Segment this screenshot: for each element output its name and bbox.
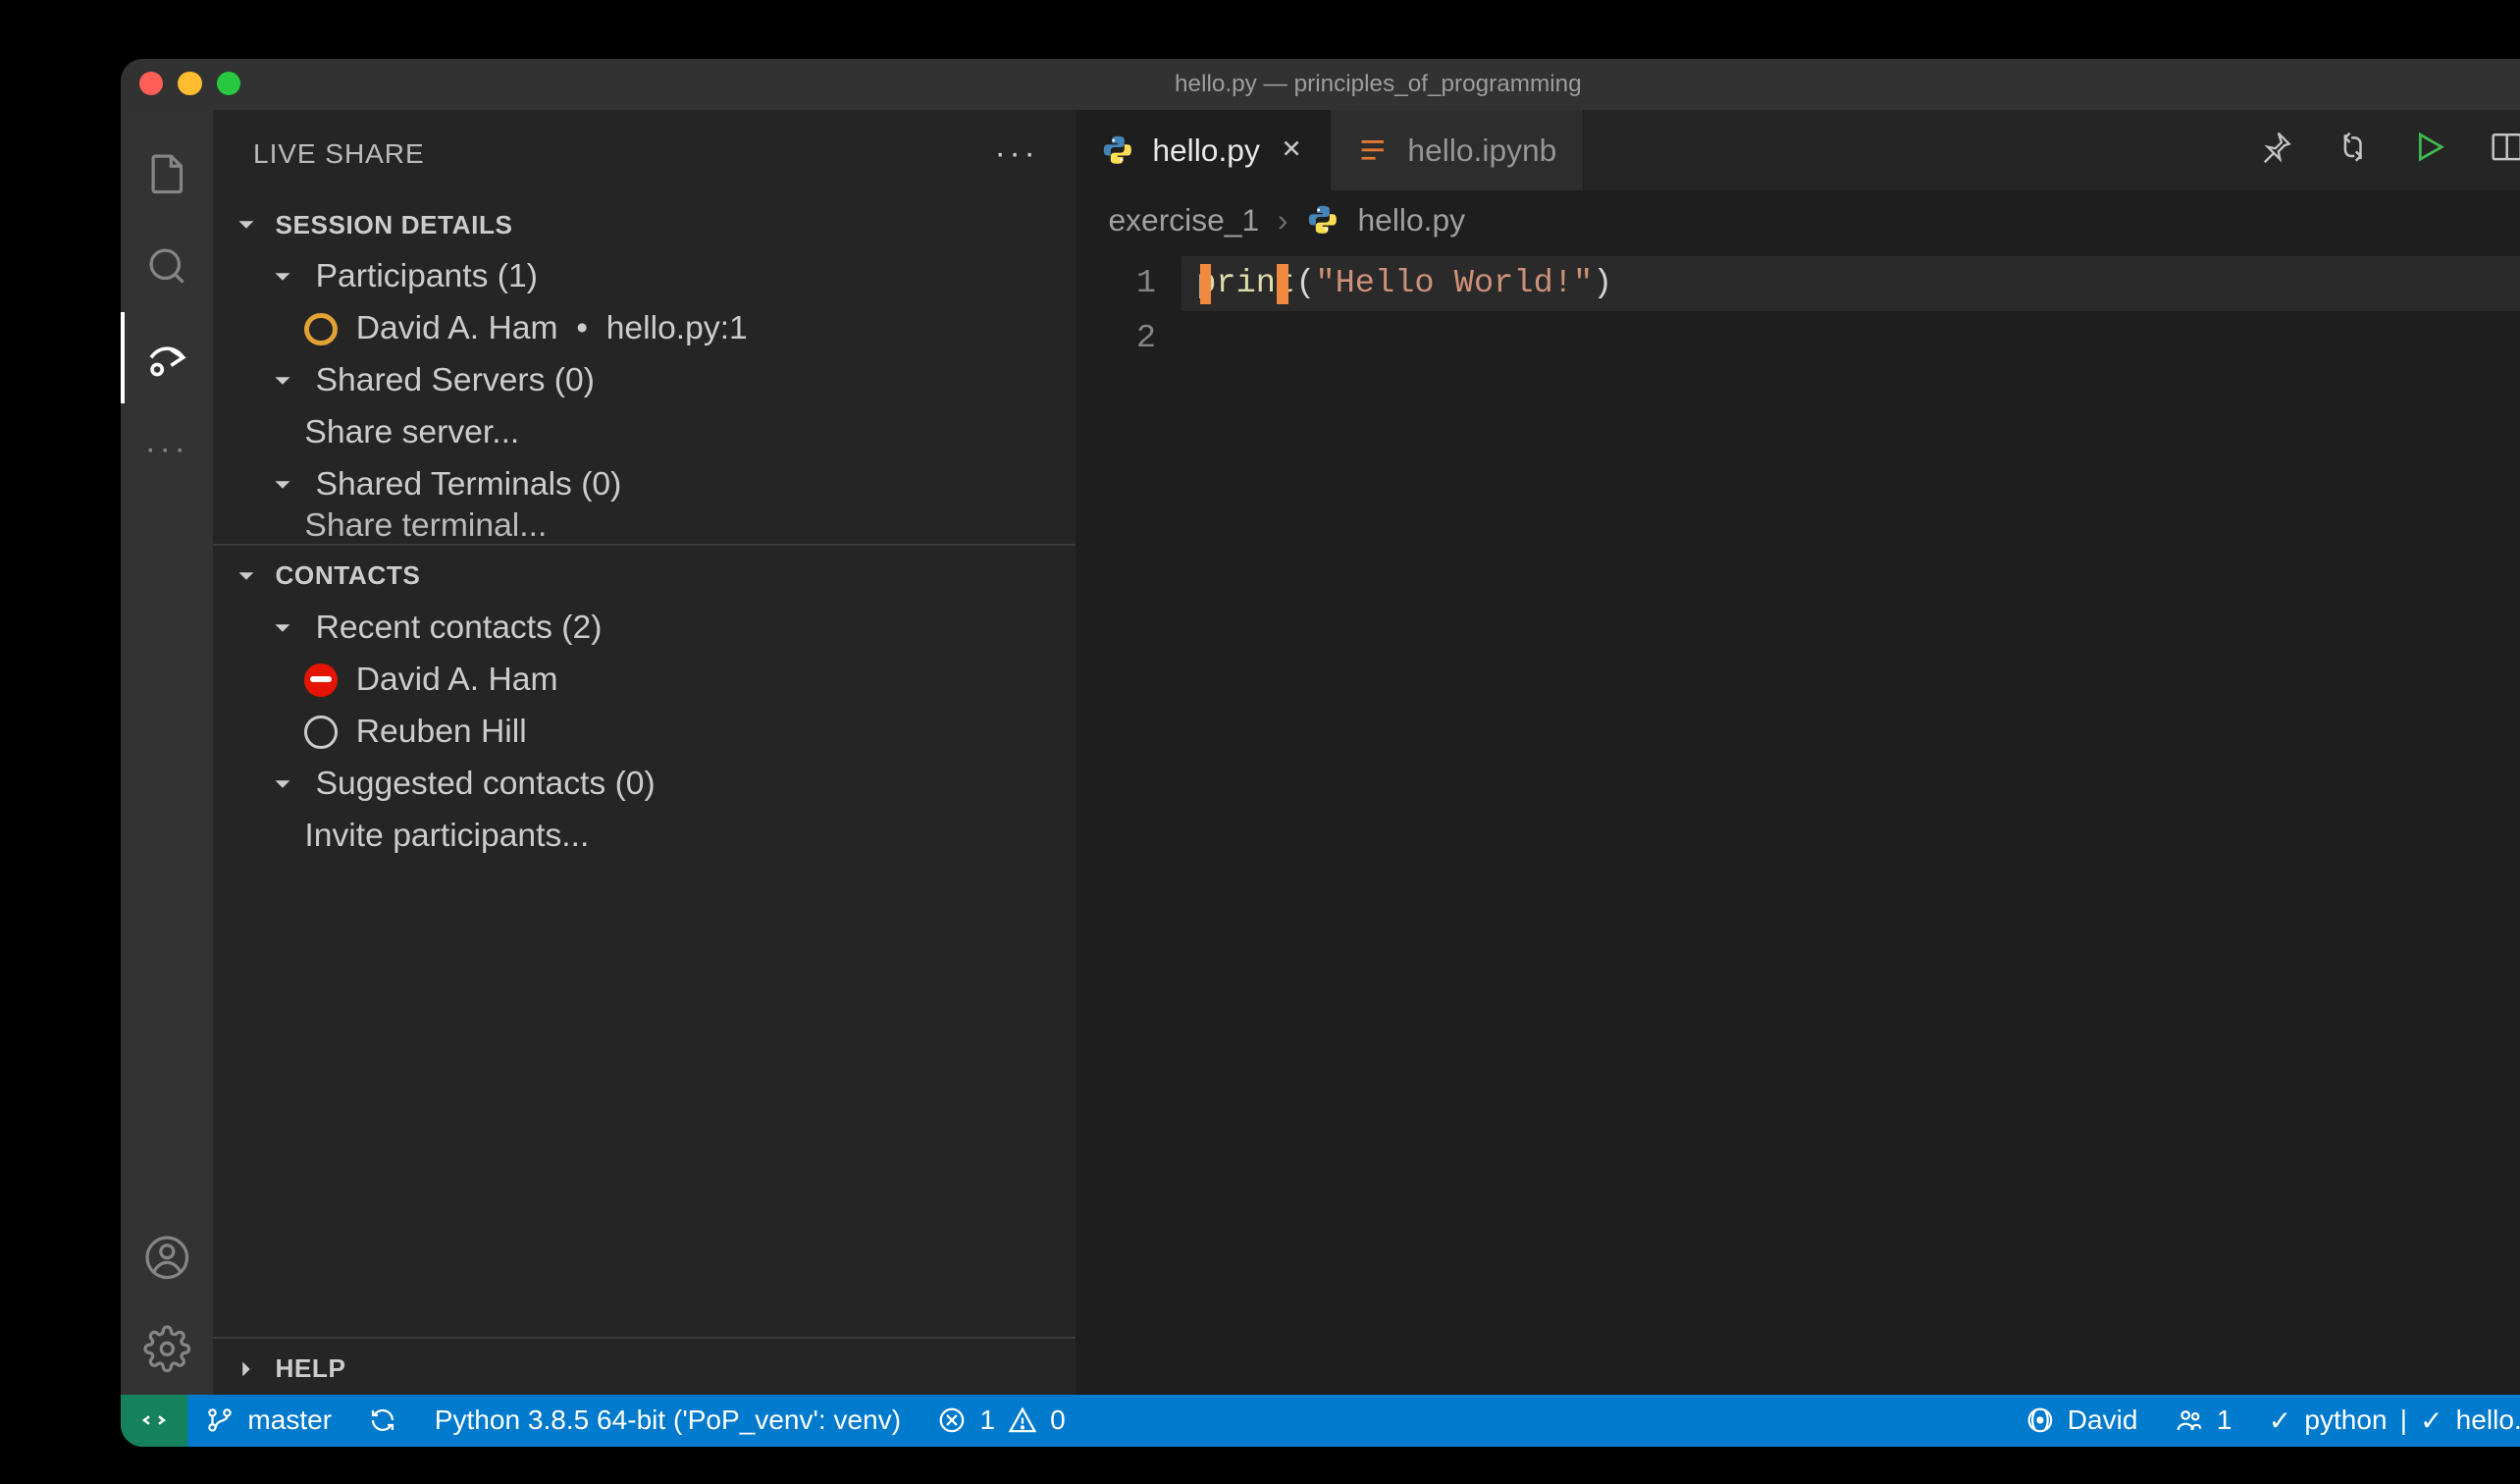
invite-participants-action[interactable]: Invite participants...: [213, 810, 1076, 862]
line-gutter: 1 2: [1076, 249, 1181, 1395]
liveshare-host-status[interactable]: David: [2007, 1404, 2156, 1436]
sync-status[interactable]: [350, 1395, 416, 1446]
pin-icon[interactable]: [2257, 129, 2293, 173]
collab-cursor-icon: [1277, 264, 1287, 304]
titlebar: hello.py — principles_of_programming: [121, 59, 2520, 110]
divider: [213, 544, 1076, 546]
live-share-icon[interactable]: [121, 312, 213, 404]
collab-cursor-icon: [1200, 264, 1211, 304]
notebook-file-icon: [1356, 133, 1390, 167]
section-contacts[interactable]: CONTACTS: [213, 550, 1076, 602]
presence-busy-icon: [304, 663, 338, 697]
activity-bar: ···: [121, 110, 213, 1395]
share-terminal-action[interactable]: Share terminal...: [213, 511, 1076, 541]
shared-servers-node[interactable]: Shared Servers (0): [213, 355, 1076, 407]
more-activity-icon[interactable]: ···: [121, 403, 213, 496]
split-editor-icon[interactable]: [2489, 129, 2520, 173]
python-file-icon: [1101, 133, 1134, 167]
tab-bar: hello.py hello.ipynb ···: [1076, 110, 2520, 190]
editor-area: hello.py hello.ipynb ···: [1076, 110, 2520, 1395]
tab-hello-ipynb[interactable]: hello.ipynb: [1331, 110, 1584, 190]
share-server-action[interactable]: Share server...: [213, 407, 1076, 459]
tab-hello-py[interactable]: hello.py: [1076, 110, 1331, 190]
contact-item[interactable]: Reuben Hill: [213, 706, 1076, 758]
sidebar-title: LIVE SHARE: [253, 138, 425, 170]
participants-count-status[interactable]: 1: [2156, 1404, 2250, 1436]
presence-active-icon: [304, 313, 338, 346]
recent-contacts-node[interactable]: Recent contacts (2): [213, 602, 1076, 654]
window-controls: [139, 72, 240, 95]
chevron-right-icon: ›: [1278, 202, 1288, 238]
problems-status[interactable]: 1 0: [919, 1395, 1084, 1446]
close-tab-icon[interactable]: [1279, 132, 1304, 169]
maximize-window-button[interactable]: [217, 72, 240, 95]
editor-actions: ···: [2228, 110, 2520, 190]
sidebar-more-icon[interactable]: ···: [995, 135, 1039, 173]
status-bar: master Python 3.8.5 64-bit ('PoP_venv': …: [121, 1395, 2520, 1446]
participant-item[interactable]: David A. Ham • hello.py:1: [213, 303, 1076, 355]
contact-item[interactable]: David A. Ham: [213, 654, 1076, 706]
shared-terminals-node[interactable]: Shared Terminals (0): [213, 459, 1076, 511]
code-editor[interactable]: 1 2 print("Hello World!"): [1076, 249, 2520, 1395]
sidebar: LIVE SHARE ··· SESSION DETAILS Participa…: [213, 110, 1076, 1395]
window-title: hello.py — principles_of_programming: [1175, 71, 1582, 98]
code-line[interactable]: print("Hello World!"): [1181, 256, 2520, 311]
remote-indicator[interactable]: [121, 1395, 186, 1446]
close-window-button[interactable]: [139, 72, 163, 95]
minimize-window-button[interactable]: [178, 72, 201, 95]
python-interpreter-status[interactable]: Python 3.8.5 64-bit ('PoP_venv': venv): [416, 1395, 919, 1446]
search-icon[interactable]: [121, 220, 213, 312]
run-icon[interactable]: [2411, 129, 2447, 173]
suggested-contacts-node[interactable]: Suggested contacts (0): [213, 758, 1076, 810]
tasks-status[interactable]: ✓python | ✓hello.py: [2250, 1404, 2520, 1437]
accounts-icon[interactable]: [121, 1211, 213, 1303]
section-session-details[interactable]: SESSION DETAILS: [213, 199, 1076, 251]
breadcrumbs[interactable]: exercise_1 › hello.py: [1076, 190, 2520, 248]
settings-gear-icon[interactable]: [121, 1303, 213, 1396]
participants-node[interactable]: Participants (1): [213, 251, 1076, 303]
compare-changes-icon[interactable]: [2335, 129, 2371, 173]
divider: [213, 1337, 1076, 1339]
section-help[interactable]: HELP: [213, 1343, 1076, 1395]
explorer-icon[interactable]: [121, 129, 213, 221]
vscode-window: hello.py — principles_of_programming ···: [121, 59, 2520, 1447]
presence-offline-icon: [304, 716, 338, 749]
python-file-icon: [1306, 203, 1339, 237]
git-branch-status[interactable]: master: [187, 1395, 350, 1446]
